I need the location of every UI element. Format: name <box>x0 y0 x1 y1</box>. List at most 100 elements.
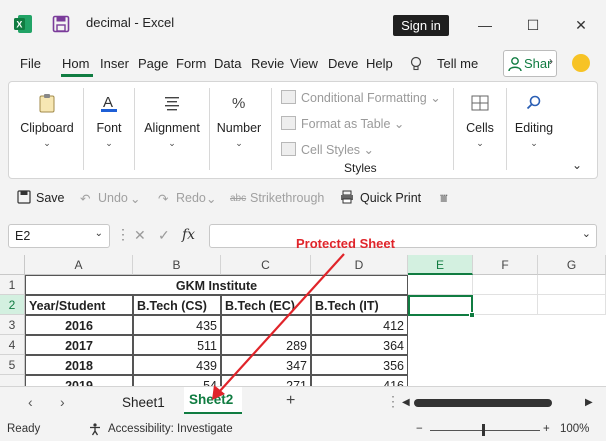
share-button[interactable]: Shar › <box>503 50 557 77</box>
tab-splitter-icon[interactable]: ⋮ <box>386 393 400 410</box>
feedback-smiley-icon[interactable] <box>572 54 590 72</box>
number-group[interactable]: % Number ⌄ <box>213 82 265 178</box>
enter-check-icon[interactable]: ✓ <box>158 227 170 244</box>
data-cell[interactable]: 347 <box>221 355 311 375</box>
row-header-2[interactable]: 2 <box>0 295 25 315</box>
worksheet-grid[interactable]: A B C D E F G 1 2 3 4 5 GKM Institute Ye… <box>0 255 606 386</box>
excel-logo-icon: X <box>14 15 32 33</box>
row-header-4[interactable]: 4 <box>0 335 25 355</box>
cell[interactable] <box>538 275 606 295</box>
add-sheet-icon[interactable]: + <box>286 392 295 410</box>
restore-button[interactable]: ☐ <box>520 12 546 38</box>
column-header-g[interactable]: G <box>538 255 606 275</box>
data-cell[interactable]: 356 <box>311 355 408 375</box>
save-icon[interactable] <box>52 15 70 33</box>
row-header-5[interactable]: 5 <box>0 355 25 375</box>
customize-toolbar-icon[interactable]: ⩸ <box>440 191 448 206</box>
header-cell[interactable]: B.Tech (IT) <box>311 295 408 315</box>
zoom-out-icon[interactable]: − <box>416 423 423 435</box>
alignment-group[interactable]: Alignment ⌄ <box>138 82 206 178</box>
column-header-b[interactable]: B <box>133 255 221 275</box>
cell[interactable] <box>473 295 538 315</box>
fill-handle[interactable] <box>469 312 475 318</box>
collapse-ribbon-icon[interactable]: ⌄ <box>572 158 582 172</box>
zoom-level[interactable]: 100% <box>560 423 589 435</box>
selected-cell-e2[interactable] <box>408 295 473 316</box>
name-box[interactable]: E2 ⌄ <box>8 224 110 248</box>
sheet-tab-sheet1[interactable]: Sheet1 <box>122 395 165 410</box>
tab-developer[interactable]: Deve <box>328 56 358 71</box>
annotation-label: Protected Sheet <box>296 236 395 251</box>
ribbon-divider <box>83 88 84 170</box>
tab-data[interactable]: Data <box>214 56 241 71</box>
header-cell[interactable]: Year/Student <box>25 295 133 315</box>
data-cell[interactable]: 54 <box>133 375 221 386</box>
year-cell[interactable]: 2019 <box>25 375 133 386</box>
column-header-d[interactable]: D <box>311 255 408 275</box>
next-sheet-icon[interactable]: › <box>60 394 65 410</box>
sheet-tab-sheet2[interactable]: Sheet2 <box>184 387 242 414</box>
zoom-slider-track[interactable] <box>430 430 540 431</box>
data-cell[interactable]: 511 <box>133 335 221 355</box>
data-cell[interactable]: 412 <box>311 315 408 335</box>
tab-page-layout[interactable]: Page <box>138 56 168 71</box>
expand-formula-bar-icon[interactable]: ⌄ <box>582 227 591 240</box>
data-cell[interactable]: 364 <box>311 335 408 355</box>
previous-sheet-icon[interactable]: ‹ <box>28 394 33 410</box>
tab-home[interactable]: Hom <box>62 56 89 71</box>
qat-quick-print-button[interactable]: Quick Print <box>360 191 421 205</box>
tab-file[interactable]: File <box>20 56 41 71</box>
accessibility-status[interactable]: Accessibility: Investigate <box>108 423 233 435</box>
year-cell[interactable]: 2018 <box>25 355 133 375</box>
data-cell[interactable]: 435 <box>133 315 221 335</box>
scroll-right-icon[interactable]: ▶ <box>585 397 593 408</box>
tab-insert[interactable]: Inser <box>100 56 129 71</box>
cells-group[interactable]: Cells ⌄ <box>457 82 503 178</box>
tell-me-search[interactable]: Tell me <box>437 56 478 71</box>
zoom-in-icon[interactable]: + <box>543 423 550 435</box>
close-button[interactable]: ✕ <box>568 12 594 38</box>
editing-group[interactable]: Editing ⌄ <box>510 82 558 178</box>
font-group[interactable]: A Font ⌄ <box>87 82 131 178</box>
column-header-f[interactable]: F <box>473 255 538 275</box>
column-header-c[interactable]: C <box>221 255 311 275</box>
title-cell[interactable]: GKM Institute <box>25 275 408 295</box>
sheet-tab-bar: ‹ › Sheet1 Sheet2 + ⋮ ◀ ▶ <box>0 386 606 418</box>
qat-save-button[interactable]: Save <box>36 191 65 205</box>
tab-help[interactable]: Help <box>366 56 393 71</box>
qat-redo-button[interactable]: Redo <box>176 191 206 205</box>
header-cell[interactable]: B.Tech (CS) <box>133 295 221 315</box>
formula-input[interactable]: ⌄ <box>209 224 597 248</box>
row-header-3[interactable]: 3 <box>0 315 25 335</box>
tab-formulas[interactable]: Form <box>176 56 206 71</box>
row-header-1[interactable]: 1 <box>0 275 25 295</box>
cell[interactable] <box>408 275 473 295</box>
year-cell[interactable]: 2017 <box>25 335 133 355</box>
clipboard-group[interactable]: Clipboard ⌄ <box>13 82 81 178</box>
qat-undo-button[interactable]: Undo <box>98 191 128 205</box>
zoom-slider-knob[interactable] <box>482 424 485 436</box>
select-all-corner[interactable] <box>0 255 25 275</box>
chevron-down-icon: ⌄ <box>530 138 538 148</box>
header-cell[interactable]: B.Tech (EC) <box>221 295 311 315</box>
column-header-a[interactable]: A <box>25 255 133 275</box>
insert-function-button[interactable]: fx <box>182 227 195 243</box>
horizontal-scrollbar-thumb[interactable] <box>414 399 552 407</box>
sign-in-button[interactable]: Sign in <box>393 15 449 36</box>
data-cell[interactable]: 416 <box>311 375 408 386</box>
row-header-6[interactable] <box>0 375 25 386</box>
tab-view[interactable]: View <box>290 56 318 71</box>
cancel-icon[interactable]: ✕ <box>134 227 146 244</box>
year-cell[interactable]: 2016 <box>25 315 133 335</box>
tab-review[interactable]: Revie <box>251 56 284 71</box>
data-cell[interactable]: 289 <box>221 335 311 355</box>
scroll-left-icon[interactable]: ◀ <box>402 397 410 408</box>
data-cell[interactable]: 439 <box>133 355 221 375</box>
cell[interactable] <box>538 295 606 315</box>
cell[interactable] <box>473 275 538 295</box>
qat-strikethrough-button[interactable]: Strikethrough <box>250 191 324 205</box>
data-cell[interactable]: 271 <box>221 375 311 386</box>
column-header-e[interactable]: E <box>408 255 473 275</box>
minimize-button[interactable]: — <box>472 12 498 38</box>
data-cell[interactable] <box>221 315 311 335</box>
